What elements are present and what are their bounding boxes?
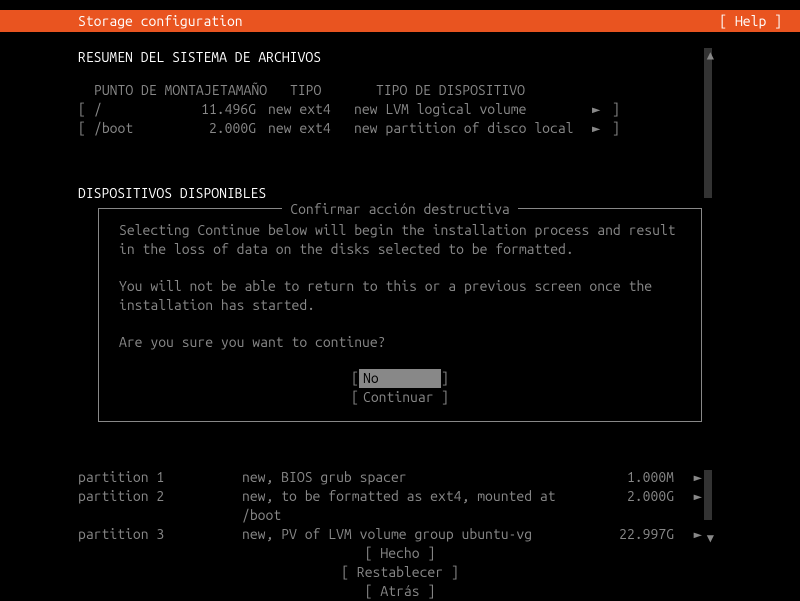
col-type: TIPO [290, 81, 376, 100]
chevron-right-icon: ► [674, 468, 702, 487]
fs-type: new ext4 [268, 119, 354, 138]
chevron-right-icon: ► [674, 525, 702, 544]
mount-point: / [94, 100, 198, 119]
chevron-right-icon: ► [592, 100, 612, 119]
dialog-text: Selecting Continue below will begin the … [119, 221, 681, 259]
done-button[interactable]: [ Hecho ] [0, 544, 800, 563]
reset-button[interactable]: [ Restablecer ] [0, 563, 800, 582]
partition-desc: new, PV of LVM volume group ubuntu-vg [242, 525, 602, 544]
confirm-dialog: Confirmar acción destructiva Selecting C… [98, 208, 702, 422]
scroll-down-icon[interactable]: ▼ [707, 531, 714, 547]
continue-button[interactable]: [Continuar] [119, 388, 681, 407]
col-size: TAMAÑO [220, 81, 290, 100]
back-button[interactable]: [ Atrás ] [0, 582, 800, 601]
scrollbar[interactable] [704, 48, 712, 198]
partition-size: 22.997G [602, 525, 674, 544]
partition-name: partition 2 [78, 487, 242, 525]
fs-summary-title: RESUMEN DEL SISTEMA DE ARCHIVOS [78, 48, 782, 67]
partition-row[interactable]: partition 1 new, BIOS grub spacer 1.000M… [78, 468, 718, 487]
partition-name: partition 3 [78, 525, 242, 544]
scroll-up-icon[interactable]: ▲ [707, 48, 714, 64]
dialog-title: Confirmar acción destructiva [282, 201, 518, 217]
no-button[interactable]: [No] [119, 369, 681, 388]
footer-buttons: [ Hecho ] [ Restablecer ] [ Atrás ] [0, 544, 800, 601]
partition-name: partition 1 [78, 468, 242, 487]
partition-size: 1.000M [602, 468, 674, 487]
col-device: TIPO DE DISPOSITIVO [376, 81, 782, 100]
fs-device: new LVM logical volume [354, 100, 592, 119]
chevron-right-icon: ► [674, 487, 702, 525]
fs-row[interactable]: [ /boot 2.000G new ext4 new partition of… [78, 119, 782, 138]
fs-row[interactable]: [ / 11.496G new ext4 new LVM logical vol… [78, 100, 782, 119]
partition-size: 2.000G [602, 487, 674, 525]
dialog-text: You will not be able to return to this o… [119, 277, 681, 315]
continue-button-label: Continuar [359, 388, 441, 407]
fs-size: 2.000G [198, 119, 268, 138]
partition-desc: new, to be formatted as ext4, mounted at… [242, 487, 602, 525]
mount-point: /boot [94, 119, 198, 138]
fs-type: new ext4 [268, 100, 354, 119]
partition-desc: new, BIOS grub spacer [242, 468, 602, 487]
fs-device: new partition of disco local [354, 119, 592, 138]
page-title: Storage configuration [78, 12, 243, 31]
no-button-label: No [359, 369, 441, 388]
header-bar: Storage configuration [ Help ] [0, 10, 800, 32]
dialog-text: Are you sure you want to continue? [119, 333, 681, 352]
fs-column-headers: PUNTO DE MONTAJE TAMAÑO TIPO TIPO DE DIS… [78, 81, 782, 100]
col-mount: PUNTO DE MONTAJE [78, 81, 220, 100]
scrollbar[interactable] [704, 470, 712, 520]
partition-row[interactable]: partition 3 new, PV of LVM volume group … [78, 525, 718, 544]
help-button[interactable]: [ Help ] [719, 12, 782, 31]
fs-size: 11.496G [198, 100, 268, 119]
partition-row[interactable]: partition 2 new, to be formatted as ext4… [78, 487, 718, 525]
partition-list: partition 1 new, BIOS grub spacer 1.000M… [78, 468, 718, 544]
chevron-right-icon: ► [592, 119, 612, 138]
